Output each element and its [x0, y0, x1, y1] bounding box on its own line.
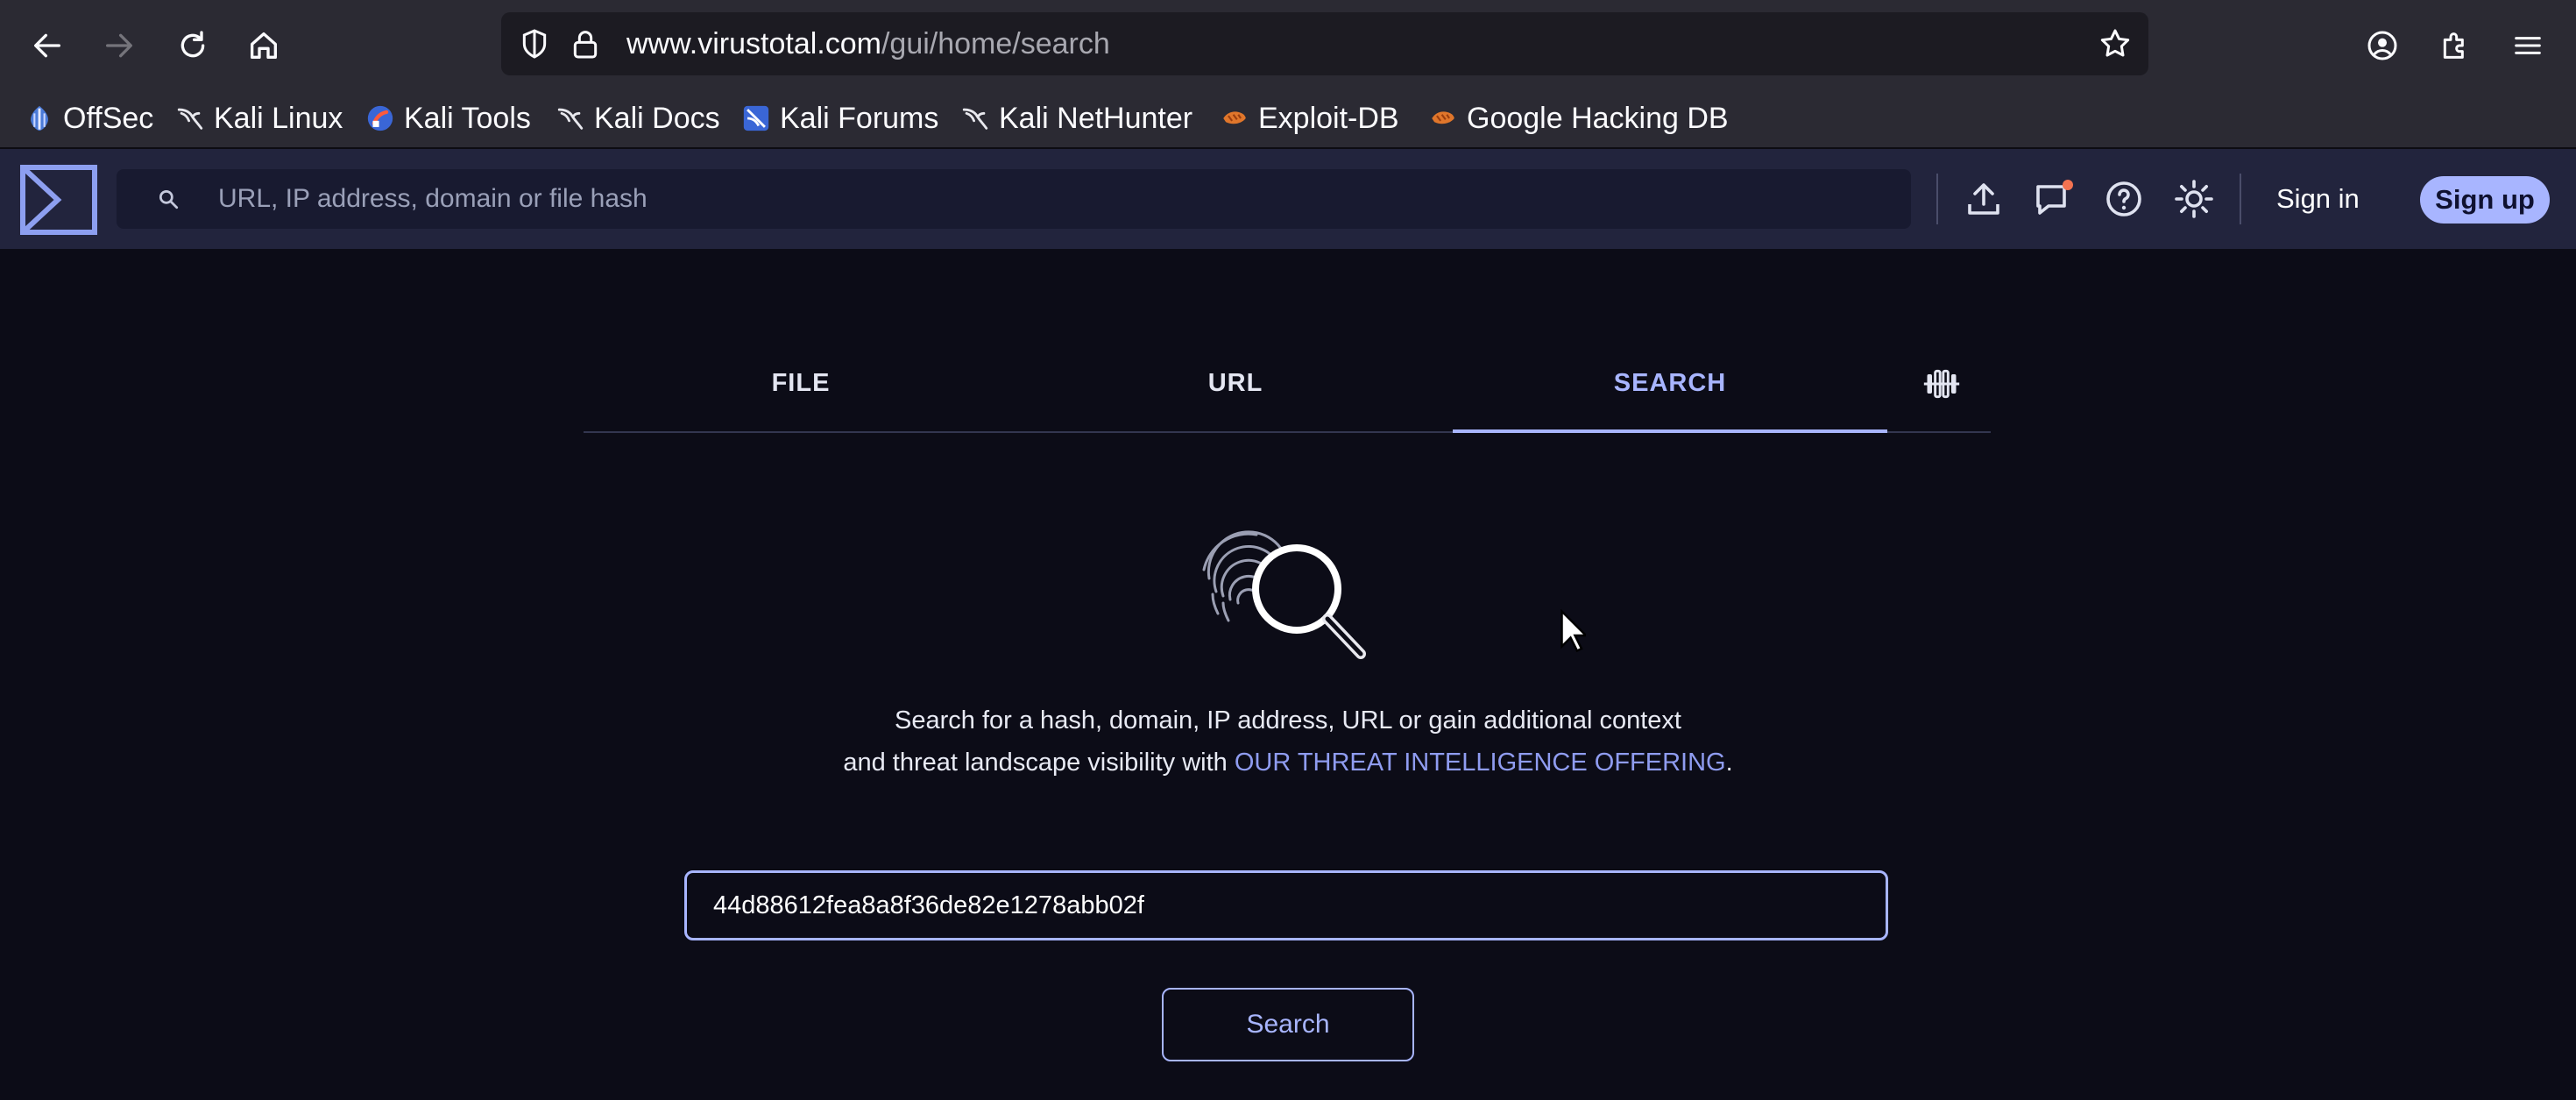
- header-search-input[interactable]: URL, IP address, domain or file hash: [117, 169, 1911, 229]
- offsec-icon: [31, 105, 48, 131]
- tab-url[interactable]: URL: [1018, 342, 1453, 431]
- bookmark-label: OffSec: [63, 101, 154, 135]
- kali-dragon-icon: [557, 108, 584, 130]
- bookmark-kali-docs[interactable]: Kali Docs: [556, 96, 720, 140]
- mouse-cursor-icon: [1560, 609, 1586, 653]
- home-button[interactable]: [237, 18, 291, 73]
- upload-tabs: FILE URL SEARCH: [584, 342, 1991, 433]
- sign-in-link[interactable]: Sign in: [2276, 175, 2360, 223]
- bookmark-label: Kali Forums: [780, 101, 939, 135]
- bookmark-label: Kali Linux: [214, 101, 343, 135]
- puzzle-icon: [2443, 32, 2464, 59]
- bookmarks-bar: OffSec Kali Linux Kali Tools Kali Docs K…: [0, 89, 2576, 149]
- url-host: www.virustotal.com: [626, 27, 881, 60]
- hamburger-icon: [2515, 37, 2541, 54]
- back-button[interactable]: [20, 18, 74, 73]
- bookmark-kali-forums[interactable]: Kali Forums: [741, 96, 938, 140]
- forward-button[interactable]: [92, 18, 146, 73]
- fingerprint-search-icon: [1202, 530, 1366, 659]
- exploit-db-icon: [1223, 111, 1246, 124]
- kali-dragon-icon: [177, 108, 203, 130]
- bookmark-label: Kali Tools: [404, 101, 531, 135]
- barbell-icon: [1923, 369, 1960, 399]
- search-description: Search for a hash, domain, IP address, U…: [841, 699, 1735, 784]
- tab-advanced[interactable]: [1898, 342, 1985, 431]
- description-end: .: [1725, 749, 1733, 777]
- star-icon[interactable]: [2098, 26, 2133, 61]
- theme-sun-icon[interactable]: [2173, 178, 2215, 220]
- description-line1: Search for a hash, domain, IP address, U…: [895, 706, 1681, 735]
- bookmark-label: Google Hacking DB: [1467, 101, 1729, 135]
- bookmark-label: Kali NetHunter: [999, 101, 1193, 135]
- kali-dragon-icon: [962, 108, 988, 130]
- divider: [1936, 174, 1938, 224]
- bookmark-exploit-db[interactable]: Exploit-DB: [1220, 96, 1399, 140]
- tab-search[interactable]: SEARCH: [1453, 342, 1887, 433]
- arrow-left-icon: [34, 33, 61, 58]
- account-icon: [2367, 31, 2397, 60]
- kali-forums-icon: [743, 105, 769, 131]
- bookmark-kali-nethunter[interactable]: Kali NetHunter: [960, 96, 1192, 140]
- bookmark-google-hacking-db[interactable]: Google Hacking DB: [1428, 96, 1729, 140]
- site-header: URL, IP address, domain or file hash Sig…: [0, 149, 2576, 249]
- hash-search-input[interactable]: 44d88612fea8a8f36de82e1278abb02f: [684, 870, 1888, 940]
- url-text[interactable]: www.virustotal.com/gui/home/search: [626, 12, 1110, 75]
- virustotal-logo[interactable]: [19, 164, 98, 236]
- hash-input-value: 44d88612fea8a8f36de82e1278abb02f: [713, 891, 1144, 919]
- exploit-db-icon: [1432, 111, 1454, 124]
- shield-icon[interactable]: [517, 26, 552, 61]
- upload-icon[interactable]: [1963, 178, 2005, 220]
- description-line2: and threat landscape visibility with: [843, 749, 1235, 777]
- bookmark-kali-linux[interactable]: Kali Linux: [175, 96, 343, 140]
- bookmark-offsec[interactable]: OffSec: [25, 96, 153, 140]
- search-placeholder: URL, IP address, domain or file hash: [218, 184, 648, 213]
- reload-button[interactable]: [166, 18, 220, 73]
- lock-icon[interactable]: [568, 26, 603, 61]
- url-path: /gui/home/search: [881, 27, 1110, 60]
- extensions-button[interactable]: [2428, 18, 2482, 73]
- tab-file[interactable]: FILE: [584, 342, 1018, 431]
- kali-tools-icon: [367, 105, 393, 131]
- search-icon: [159, 189, 179, 209]
- menu-button[interactable]: [2501, 18, 2555, 73]
- sign-up-button[interactable]: Sign up: [2420, 176, 2550, 224]
- bookmark-label: Exploit-DB: [1258, 101, 1399, 135]
- search-button[interactable]: Search: [1162, 988, 1414, 1061]
- home-icon: [251, 32, 277, 60]
- reload-icon: [180, 31, 205, 58]
- divider: [2240, 174, 2241, 224]
- arrow-right-icon: [106, 33, 132, 58]
- address-bar[interactable]: www.virustotal.com/gui/home/search: [501, 12, 2148, 75]
- bookmark-label: Kali Docs: [594, 101, 720, 135]
- help-icon[interactable]: [2103, 178, 2145, 220]
- threat-intelligence-link[interactable]: OUR THREAT INTELLIGENCE OFFERING: [1235, 749, 1726, 777]
- account-button[interactable]: [2355, 18, 2410, 73]
- bookmark-kali-tools[interactable]: Kali Tools: [365, 96, 531, 140]
- chat-notification-icon[interactable]: [2033, 178, 2075, 220]
- browser-toolbar: www.virustotal.com/gui/home/search: [0, 0, 2576, 89]
